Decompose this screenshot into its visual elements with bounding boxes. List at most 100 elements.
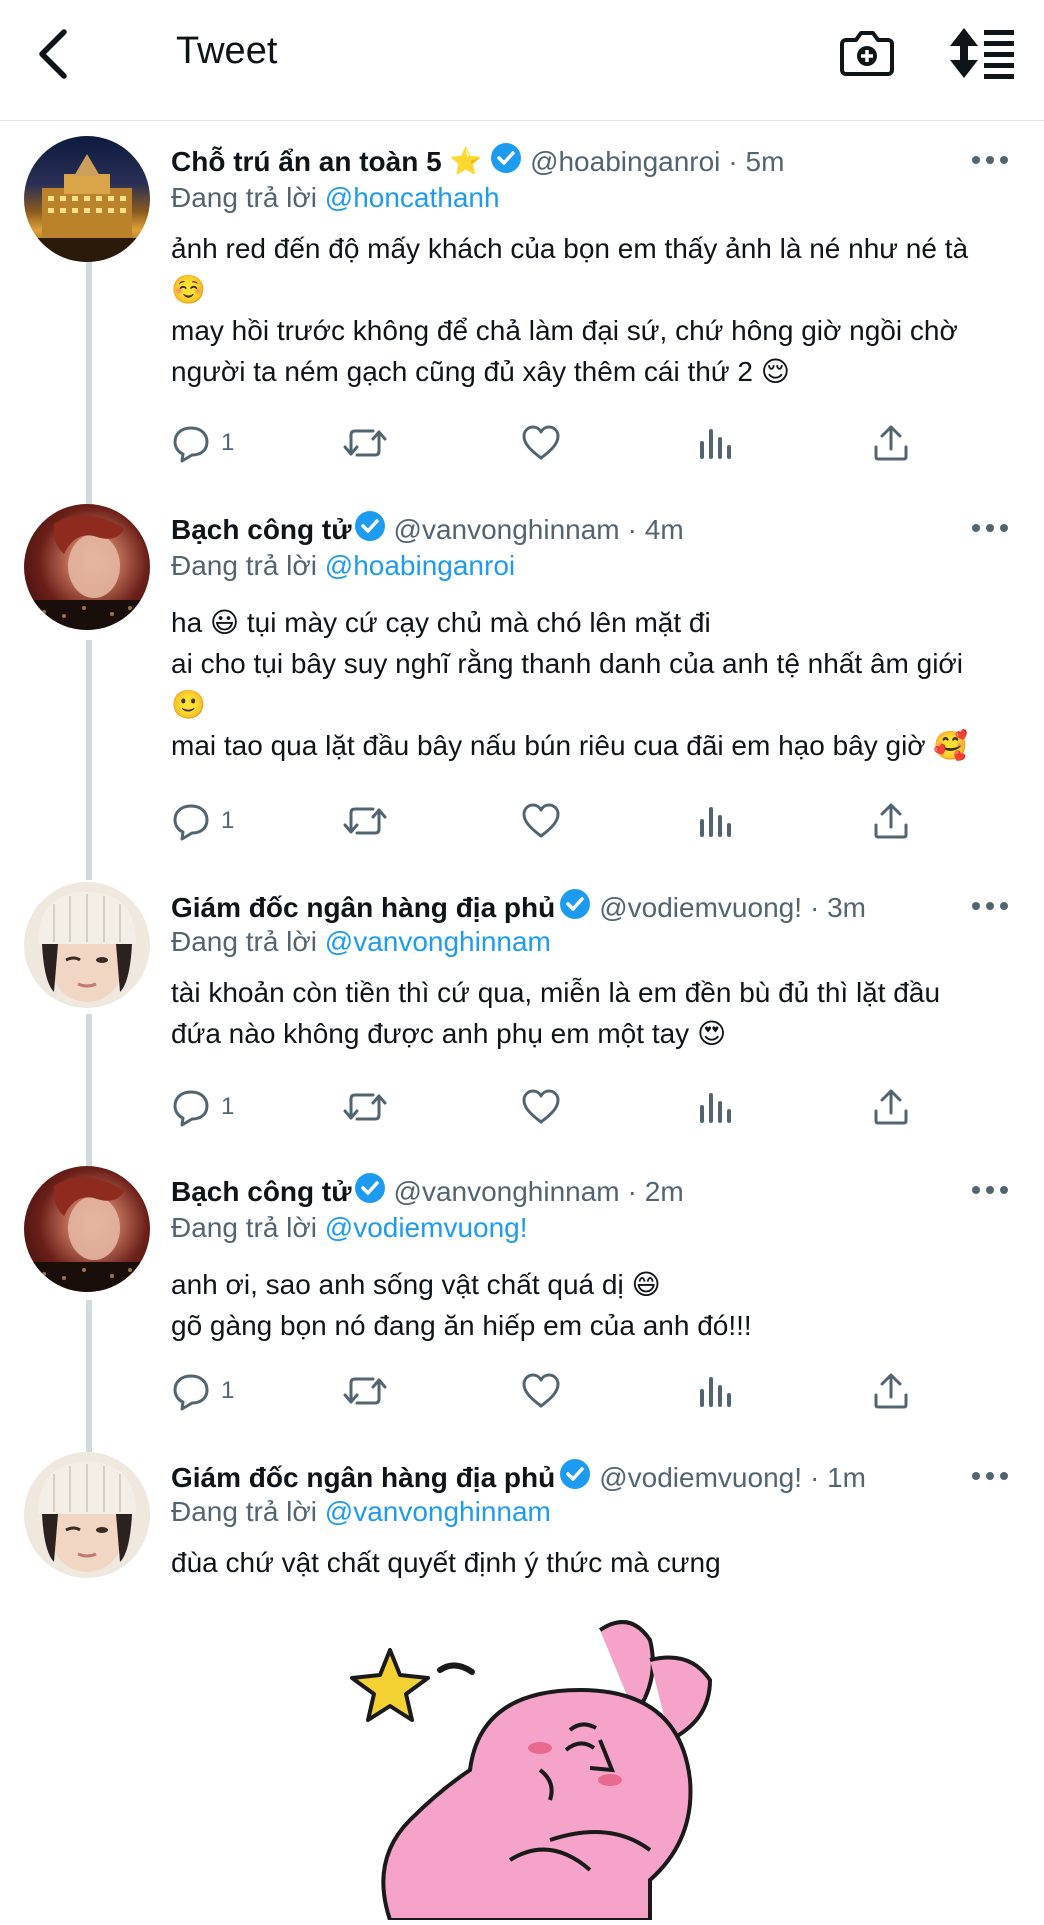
reply-mention-link[interactable]: @vodiemvuong! bbox=[325, 1212, 528, 1243]
thread-connector bbox=[86, 1300, 92, 1452]
like-icon bbox=[522, 425, 560, 460]
tweet-text: đùa chứ vật chất quyết định ý thức mà cư… bbox=[171, 1542, 1021, 1583]
verified-badge-icon bbox=[559, 888, 591, 927]
more-options-button[interactable] bbox=[970, 896, 1010, 916]
star-emoji: ⭐ bbox=[449, 146, 483, 176]
more-options-button[interactable] bbox=[970, 150, 1010, 170]
username-handle[interactable]: @hoabinganroi bbox=[530, 146, 720, 178]
username-handle[interactable]: @vanvonghinnam bbox=[394, 514, 620, 546]
analytics-icon bbox=[700, 807, 731, 837]
tweet-line: ai cho tụi bây suy nghĩ rằng thanh danh … bbox=[171, 648, 964, 679]
reply-button[interactable]: 1 bbox=[171, 1084, 234, 1130]
tweet-text: ảnh red đến độ mấy khách của bọn em thấy… bbox=[171, 228, 1021, 392]
timestamp: · 5m bbox=[728, 145, 785, 177]
replying-to: Đang trả lời @vanvonghinnam bbox=[171, 926, 551, 958]
like-button[interactable] bbox=[521, 420, 561, 466]
avatar[interactable] bbox=[24, 882, 150, 1008]
retweet-icon bbox=[343, 1377, 387, 1405]
display-name[interactable]: Bạch công tử bbox=[171, 514, 352, 546]
username-handle[interactable]: @vanvonghinnam bbox=[394, 1176, 620, 1208]
display-name[interactable]: Chỗ trú ẩn an toàn 5 bbox=[171, 146, 442, 178]
pink-bunny-sticker bbox=[350, 1620, 713, 1922]
reply-mention-link[interactable]: @hoabinganroi bbox=[325, 550, 515, 581]
share-icon bbox=[874, 1089, 908, 1125]
avatar[interactable] bbox=[24, 1166, 150, 1292]
share-button[interactable] bbox=[871, 1084, 911, 1130]
tweet-actions: 1 bbox=[171, 420, 931, 466]
avatar[interactable] bbox=[24, 136, 150, 262]
tweet-text: tài khoản còn tiền thì cứ qua, miễn là e… bbox=[171, 972, 1021, 1054]
display-name[interactable]: Giám đốc ngân hàng địa phủ bbox=[171, 892, 555, 924]
like-icon bbox=[522, 1089, 560, 1124]
like-button[interactable] bbox=[521, 1084, 561, 1130]
building-photo bbox=[24, 154, 150, 262]
replying-to: Đang trả lời @honcathanh bbox=[171, 182, 500, 214]
tweet-sticker-image[interactable] bbox=[350, 1620, 750, 1922]
reply-count: 1 bbox=[221, 1093, 235, 1120]
username-handle[interactable]: @vodiemvuong! bbox=[599, 1462, 802, 1494]
retweet-icon bbox=[343, 429, 387, 457]
more-options-button[interactable] bbox=[970, 1466, 1010, 1486]
back-button[interactable] bbox=[30, 26, 80, 82]
like-button[interactable] bbox=[521, 798, 561, 844]
more-dots-icon bbox=[972, 156, 1008, 164]
retweet-button[interactable] bbox=[341, 798, 389, 844]
replying-to: Đang trả lời @hoabinganroi bbox=[171, 550, 515, 582]
more-dots-icon bbox=[972, 1472, 1008, 1480]
analytics-button[interactable] bbox=[697, 1084, 733, 1130]
portrait-photo bbox=[38, 1462, 136, 1572]
reply-mention-link[interactable]: @vanvonghinnam bbox=[325, 1496, 551, 1527]
sort-button[interactable] bbox=[950, 24, 1016, 82]
retweet-icon bbox=[343, 807, 387, 835]
display-name[interactable]: Bạch công tử bbox=[171, 1176, 352, 1208]
like-icon bbox=[522, 1373, 560, 1408]
reply-button[interactable]: 1 bbox=[171, 1368, 234, 1414]
tweet-line: may hồi trước không để chả làm đại sứ, c… bbox=[171, 315, 958, 346]
more-dots-icon bbox=[972, 1186, 1008, 1194]
username-handle[interactable]: @vodiemvuong! bbox=[599, 892, 802, 924]
share-button[interactable] bbox=[871, 1368, 911, 1414]
avatar[interactable] bbox=[24, 504, 150, 630]
portrait-photo bbox=[24, 515, 150, 630]
retweet-button[interactable] bbox=[341, 1084, 389, 1130]
verified-badge-icon bbox=[354, 510, 386, 549]
like-button[interactable] bbox=[521, 1368, 561, 1414]
sort-arrows-icon bbox=[950, 28, 1014, 79]
reply-mention-link[interactable]: @vanvonghinnam bbox=[325, 926, 551, 957]
more-dots-icon bbox=[972, 524, 1008, 532]
reply-button[interactable]: 1 bbox=[171, 420, 234, 466]
tweet-line: ☺️ bbox=[171, 274, 206, 305]
display-name[interactable]: Giám đốc ngân hàng địa phủ bbox=[171, 1462, 555, 1494]
tweet-line: đùa chứ vật chất quyết định ý thức mà cư… bbox=[171, 1547, 721, 1578]
avatar[interactable] bbox=[24, 1452, 150, 1578]
retweet-button[interactable] bbox=[341, 1368, 389, 1414]
tweet-header: Giám đốc ngân hàng địa phủ @vodiemvuong!… bbox=[171, 1458, 964, 1497]
reply-mention-link[interactable]: @honcathanh bbox=[325, 182, 500, 213]
camera-button[interactable] bbox=[838, 24, 896, 82]
tweet-line: gõ gàng bọn nó đang ăn hiếp em của anh đ… bbox=[171, 1310, 752, 1341]
tweet-line: 🙂 bbox=[171, 689, 206, 720]
timestamp: · 4m bbox=[627, 513, 684, 545]
more-options-button[interactable] bbox=[970, 1180, 1010, 1200]
tweet-text: anh ơi, sao anh sống vật chất quá dị 😄 g… bbox=[171, 1264, 1021, 1346]
tweet-actions: 1 bbox=[171, 1368, 931, 1414]
analytics-button[interactable] bbox=[697, 798, 733, 844]
verified-badge-icon bbox=[354, 1172, 386, 1211]
reply-icon bbox=[173, 1090, 209, 1127]
analytics-button[interactable] bbox=[697, 420, 733, 466]
analytics-button[interactable] bbox=[697, 1368, 733, 1414]
tweet-header: Bạch công tử @vanvonghinnam · 4m bbox=[171, 510, 964, 549]
more-options-button[interactable] bbox=[970, 518, 1010, 538]
reply-icon bbox=[173, 426, 209, 463]
tweet-line: mai tao qua lặt đầu bây nấu bún riêu cua… bbox=[171, 730, 969, 761]
share-icon bbox=[874, 425, 908, 461]
replying-to-label: Đang trả lời bbox=[171, 1496, 317, 1527]
retweet-button[interactable] bbox=[341, 420, 389, 466]
portrait-photo bbox=[38, 892, 136, 1002]
share-button[interactable] bbox=[871, 420, 911, 466]
reply-count: 1 bbox=[221, 807, 235, 834]
reply-button[interactable]: 1 bbox=[171, 798, 234, 844]
reply-count: 1 bbox=[221, 1377, 235, 1404]
tweet-actions: 1 bbox=[171, 798, 931, 844]
share-button[interactable] bbox=[871, 798, 911, 844]
